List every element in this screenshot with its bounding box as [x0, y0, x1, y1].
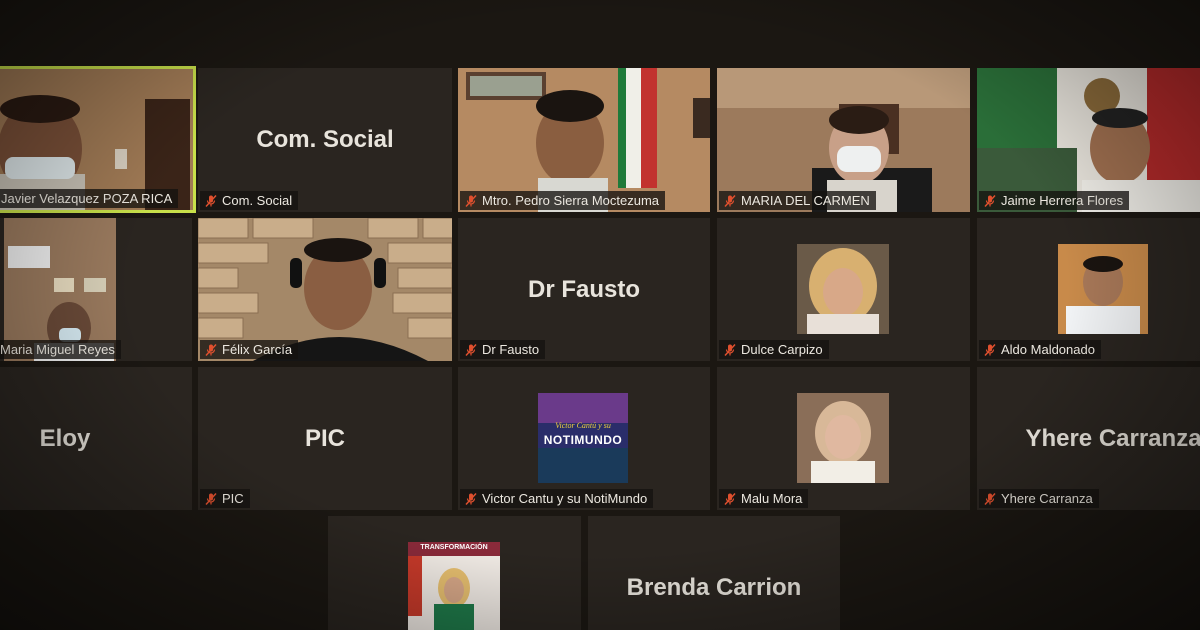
mic-muted-icon [204, 194, 218, 208]
mic-muted-icon [464, 343, 478, 357]
participant-name: Aldo Maldonado [1001, 342, 1095, 357]
participant-name-label: Maria Miguel Reyes [0, 340, 121, 359]
mic-muted-icon [983, 492, 997, 506]
participant-name-label: Yhere Carranza [979, 489, 1099, 508]
mic-muted-icon [723, 343, 737, 357]
participant-name-label: Victor Cantu y su NotiMundo [460, 489, 654, 508]
mic-muted-icon [464, 194, 478, 208]
video-tile-poster[interactable]: TRANSFORMACIÓN [328, 516, 581, 630]
participant-name-label: Félix García [200, 340, 299, 359]
mic-muted-icon [204, 343, 218, 357]
poster-caption: TRANSFORMACIÓN [420, 544, 488, 551]
notimundo-logo: Victor Cantú y su NOTIMUNDO [538, 393, 628, 483]
video-tile-pic[interactable]: PIC PIC [198, 367, 452, 510]
participant-name: Yhere Carranza [1001, 491, 1093, 506]
video-tile-maria-miguel[interactable]: Maria Miguel Reyes [0, 218, 192, 361]
profile-photo: TRANSFORMACIÓN [408, 542, 500, 630]
participant-name: Jaime Herrera Flores [1001, 193, 1124, 208]
participant-name: PIC [222, 491, 244, 506]
participant-name-label: Malu Mora [719, 489, 809, 508]
participant-name: Félix García [222, 342, 293, 357]
participant-display-name: Dr Fausto [527, 275, 640, 303]
video-tile-eloy[interactable]: Eloy [0, 367, 192, 510]
mic-muted-icon [204, 492, 218, 506]
mic-muted-icon [464, 492, 478, 506]
video-tile-jaime[interactable]: Jaime Herrera Flores [977, 68, 1200, 212]
logo-line1: Victor Cantú y su [555, 421, 611, 430]
video-tile-yhere[interactable]: Yhere Carranza Yhere Carranza [977, 367, 1200, 510]
participant-name: Malu Mora [741, 491, 803, 506]
mic-muted-icon [983, 343, 997, 357]
participant-display-name: Com. Social [256, 126, 394, 153]
logo-line2: NOTIMUNDO [543, 433, 623, 447]
video-tile-javier[interactable]: Javier Velazquez POZA RICA [0, 66, 196, 213]
participant-name-label: Com. Social [200, 191, 299, 210]
video-tile-aldo[interactable]: Aldo Maldonado [977, 218, 1200, 361]
video-tile-felix[interactable]: Félix García [198, 218, 452, 361]
participant-name: Com. Social [222, 193, 293, 208]
profile-photo [797, 393, 889, 483]
participant-name-label: Dr Fausto [460, 340, 546, 359]
video-tile-dr-fausto[interactable]: Dr Fausto Dr Fausto [458, 218, 710, 361]
mic-muted-icon [723, 194, 737, 208]
video-tile-pedro[interactable]: Mtro. Pedro Sierra Moctezuma [458, 68, 710, 212]
mic-muted-icon [723, 492, 737, 506]
mic-muted-icon [983, 194, 997, 208]
participant-name-label: PIC [200, 489, 250, 508]
profile-photo [1058, 244, 1148, 334]
participant-name: MARIA DEL CARMEN [741, 193, 870, 208]
participant-name-label: Mtro. Pedro Sierra Moctezuma [460, 191, 666, 210]
video-tile-victor[interactable]: Victor Cantú y su NOTIMUNDO Victor Cantu… [458, 367, 710, 510]
participant-name-label: Dulce Carpizo [719, 340, 829, 359]
video-tile-brenda[interactable]: Brenda Carrion [588, 516, 840, 630]
participant-name: Mtro. Pedro Sierra Moctezuma [482, 193, 660, 208]
video-tile-malu[interactable]: Malu Mora [717, 367, 970, 510]
participant-name: Maria Miguel Reyes [0, 342, 115, 357]
participant-name-label: Aldo Maldonado [979, 340, 1101, 359]
video-tile-com-social[interactable]: Com. Social Com. Social [198, 68, 452, 212]
participant-display-name: Brenda Carrion [626, 574, 802, 601]
participant-name-label: Javier Velazquez POZA RICA [0, 189, 179, 208]
participant-display-name: PIC [304, 424, 345, 452]
participant-name: Dr Fausto [482, 342, 540, 357]
participant-display-name: Eloy [39, 424, 91, 452]
participant-name-label: Jaime Herrera Flores [979, 191, 1130, 210]
participant-name: Dulce Carpizo [741, 342, 823, 357]
video-tile-dulce[interactable]: Dulce Carpizo [717, 218, 970, 361]
participant-name: Victor Cantu y su NotiMundo [482, 491, 648, 506]
video-tile-maria-del-carmen[interactable]: MARIA DEL CARMEN [717, 68, 970, 212]
participant-name: Javier Velazquez POZA RICA [1, 191, 173, 206]
profile-photo [797, 244, 889, 334]
participant-display-name: Yhere Carranza [1025, 424, 1200, 452]
participant-name-label: MARIA DEL CARMEN [719, 191, 876, 210]
